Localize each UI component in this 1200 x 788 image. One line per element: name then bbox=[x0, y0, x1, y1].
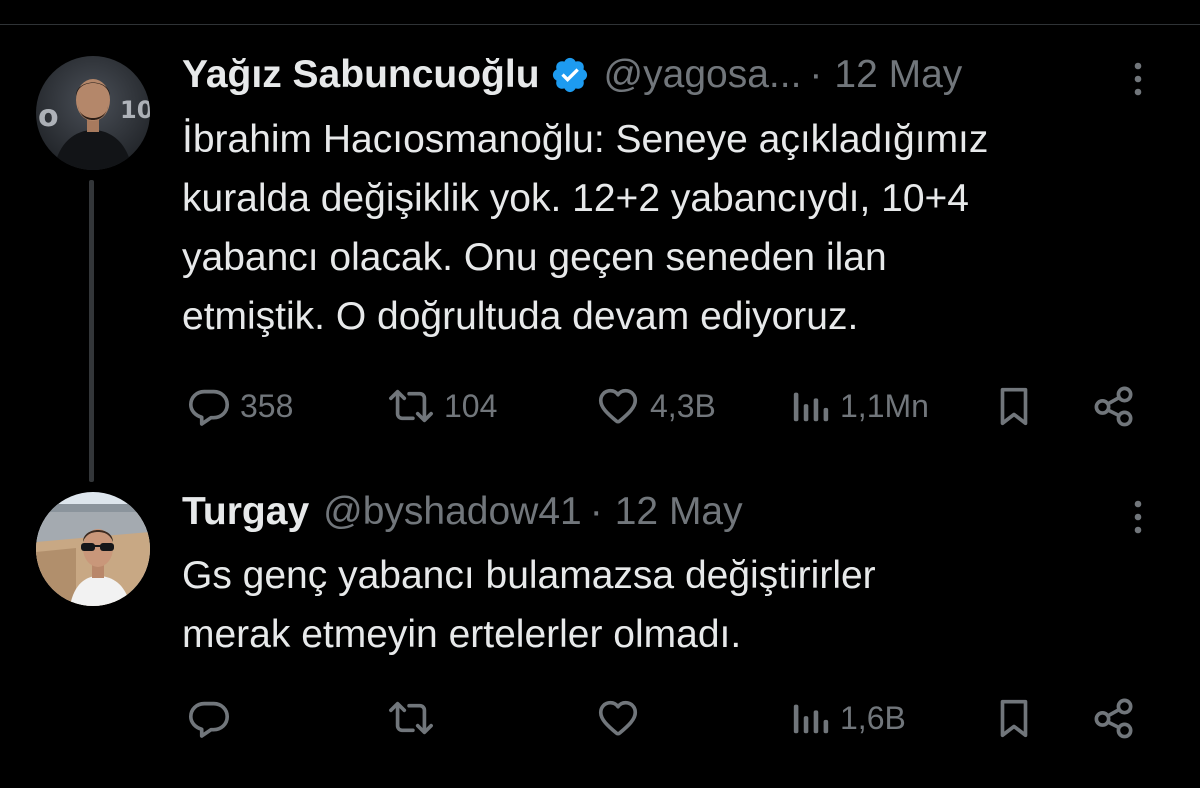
retweet-icon bbox=[389, 701, 433, 735]
action-bar: 358 104 4,3B 1,1Mn bbox=[0, 376, 1200, 436]
tweet-text: Gs genç yabancı bulamazsa değiştirirler … bbox=[182, 546, 1172, 664]
bookmark-icon bbox=[1000, 387, 1028, 426]
heart-icon bbox=[598, 388, 638, 424]
share-button[interactable] bbox=[1090, 688, 1138, 748]
action-bar: 1,6B bbox=[0, 688, 1200, 748]
timestamp[interactable]: 12 May bbox=[615, 490, 743, 534]
verified-badge-icon bbox=[550, 55, 590, 95]
views-count: 1,1Mn bbox=[840, 387, 929, 424]
separator: · bbox=[809, 53, 823, 96]
reply-button[interactable]: 358 bbox=[186, 376, 293, 436]
svg-text:10: 10 bbox=[120, 96, 150, 124]
tweet-text-line: yabancı olacak. Onu geçen seneden ilan bbox=[182, 236, 887, 279]
reply-icon bbox=[188, 701, 230, 738]
tweet-text-line: kuralda değişiklik yok. 12+2 yabancıydı,… bbox=[182, 177, 969, 220]
thread-line bbox=[89, 180, 94, 482]
views-count: 1,6B bbox=[840, 699, 906, 736]
more-options-icon[interactable] bbox=[1132, 498, 1144, 536]
retweet-count: 104 bbox=[444, 387, 498, 424]
reply-icon bbox=[188, 389, 230, 426]
views-button[interactable]: 1,1Mn bbox=[790, 376, 929, 436]
like-count: 4,3B bbox=[650, 387, 716, 424]
tweet-text-line: İbrahim Hacıosmanoğlu: Seneye açıkladığı… bbox=[182, 118, 989, 161]
tweet-header: Turgay @byshadow41 · 12 May bbox=[182, 487, 1160, 537]
share-button[interactable] bbox=[1090, 376, 1138, 436]
views-icon bbox=[793, 392, 829, 422]
svg-text:o: o bbox=[38, 99, 59, 134]
handle[interactable]: @yagosa... bbox=[604, 53, 802, 97]
bookmark-button[interactable] bbox=[994, 376, 1034, 436]
retweet-icon bbox=[389, 389, 433, 423]
share-icon bbox=[1094, 386, 1133, 427]
reply-count: 358 bbox=[240, 387, 294, 424]
share-icon bbox=[1094, 698, 1133, 739]
like-button[interactable] bbox=[594, 688, 650, 748]
bookmark-button[interactable] bbox=[994, 688, 1034, 748]
display-name[interactable]: Turgay bbox=[182, 490, 309, 534]
bookmark-icon bbox=[1000, 699, 1028, 738]
tweet-text-line: etmiştik. O doğrultuda devam ediyoruz. bbox=[182, 295, 859, 338]
display-name[interactable]: Yağız Sabuncuoğlu bbox=[182, 53, 540, 97]
heart-icon bbox=[598, 700, 638, 736]
tweet-turgay[interactable]: Turgay @byshadow41 · 12 May Gs genç yaba… bbox=[0, 470, 1200, 788]
retweet-button[interactable] bbox=[386, 688, 444, 748]
timestamp[interactable]: 12 May bbox=[834, 53, 962, 97]
views-button[interactable]: 1,6B bbox=[790, 688, 906, 748]
tweet-text-line: Gs genç yabancı bulamazsa değiştirirler bbox=[182, 554, 876, 597]
tweet-text-line: merak etmeyin ertelerler olmadı. bbox=[182, 613, 742, 656]
like-button[interactable]: 4,3B bbox=[594, 376, 716, 436]
avatar-turgay[interactable] bbox=[36, 492, 150, 606]
views-icon bbox=[793, 704, 829, 734]
tweet-header: Yağız Sabuncuoğlu @yagosa... · 12 May bbox=[182, 50, 1160, 100]
reply-button[interactable] bbox=[186, 688, 240, 748]
tweet-yagiz[interactable]: o 10 Yağız Sabuncuoğlu @yagosa... · 12 M… bbox=[0, 0, 1200, 482]
more-options-icon[interactable] bbox=[1132, 60, 1144, 98]
tweet-text: İbrahim Hacıosmanoğlu: Seneye açıkladığı… bbox=[182, 110, 1172, 346]
handle[interactable]: @byshadow41 bbox=[323, 490, 582, 534]
retweet-button[interactable]: 104 bbox=[386, 376, 497, 436]
separator: · bbox=[589, 490, 603, 533]
avatar-yagiz[interactable]: o 10 bbox=[36, 56, 150, 170]
